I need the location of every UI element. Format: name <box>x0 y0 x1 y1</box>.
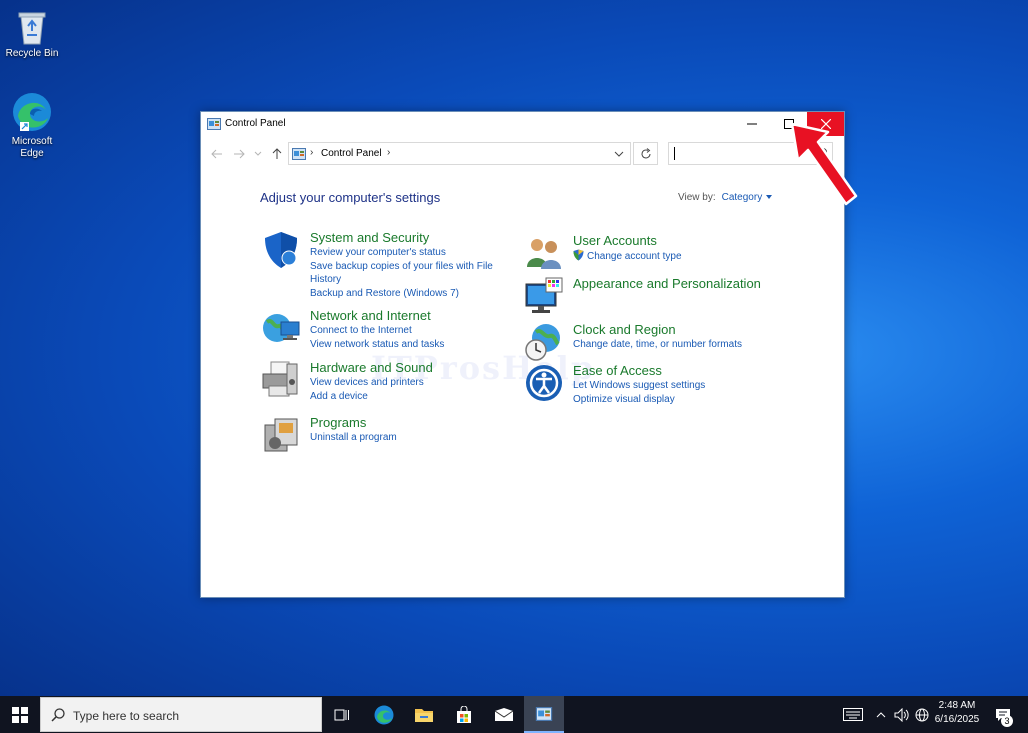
link-network-status[interactable]: View network status and tasks <box>310 338 500 351</box>
control-panel-window: Control Panel › Control Panel › ITProsHe… <box>200 111 845 598</box>
forward-button[interactable] <box>231 146 247 162</box>
taskbar-search-placeholder: Type here to search <box>73 709 180 723</box>
notification-count-badge: 3 <box>1001 715 1013 727</box>
breadcrumb-separator-icon[interactable]: › <box>310 147 313 158</box>
taskbar-control-panel[interactable] <box>524 696 564 733</box>
chevron-up-icon <box>876 711 886 717</box>
taskbar: Type here to search 2:48 AM 6/16/2025 <box>0 696 1028 733</box>
link-change-account-type[interactable]: Change account type <box>573 249 763 263</box>
arrow-up-icon <box>272 148 282 159</box>
desktop-icon-label: Microsoft Edge <box>11 136 53 159</box>
link-devices-printers[interactable]: View devices and printers <box>310 376 500 389</box>
search-icon <box>51 708 65 722</box>
shield-icon[interactable] <box>261 230 301 270</box>
action-center-button[interactable] <box>990 696 1016 733</box>
category-title[interactable]: Ease of Access <box>573 363 662 378</box>
link-optimize-display[interactable]: Optimize visual display <box>573 393 763 406</box>
store-icon <box>457 705 471 723</box>
touch-keyboard-button[interactable] <box>842 696 864 733</box>
programs-box-icon[interactable] <box>261 415 301 455</box>
link-uninstall-program[interactable]: Uninstall a program <box>310 431 500 444</box>
link-label: Change account type <box>587 251 682 262</box>
globe-network-icon[interactable] <box>261 308 301 348</box>
link-backup-restore[interactable]: Backup and Restore (Windows 7) <box>310 287 500 300</box>
minimize-icon <box>746 123 757 125</box>
red-arrow-annotation-icon <box>790 122 858 206</box>
category-title[interactable]: System and Security <box>310 230 429 245</box>
minimize-button[interactable] <box>733 112 770 136</box>
refresh-icon <box>641 147 650 158</box>
link-file-history[interactable]: Save backup copies of your files with Fi… <box>310 260 500 286</box>
users-icon[interactable] <box>524 233 564 273</box>
start-button[interactable] <box>0 696 40 733</box>
task-view-button[interactable] <box>322 696 362 733</box>
up-button[interactable] <box>269 146 285 162</box>
volume-button[interactable] <box>893 696 911 733</box>
category-title[interactable]: Network and Internet <box>310 308 431 323</box>
chevron-down-icon <box>254 151 262 156</box>
network-button[interactable] <box>913 696 931 733</box>
desktop-icon-recycle-bin[interactable]: Recycle Bin <box>0 8 64 60</box>
text-caret <box>674 147 675 160</box>
control-panel-icon <box>207 118 221 130</box>
task-view-icon <box>334 709 349 720</box>
page-title: Adjust your computer's settings <box>260 190 441 205</box>
arrow-right-icon <box>234 149 245 159</box>
desktop-icon-label: Recycle Bin <box>5 48 59 59</box>
ease-of-access-icon[interactable] <box>524 363 564 403</box>
link-review-status[interactable]: Review your computer's status <box>310 246 500 259</box>
taskbar-mail[interactable] <box>484 696 524 733</box>
title-bar[interactable]: Control Panel <box>201 112 844 136</box>
chevron-down-icon[interactable] <box>766 195 773 200</box>
mail-icon <box>494 707 514 721</box>
printer-icon[interactable] <box>261 360 301 400</box>
view-by-dropdown[interactable]: Category <box>722 192 763 203</box>
taskbar-store[interactable] <box>444 696 484 733</box>
breadcrumb-control-panel[interactable]: Control Panel <box>321 148 382 159</box>
view-by: View by: Category <box>678 192 773 203</box>
clock-globe-icon[interactable] <box>524 322 564 362</box>
link-connect-internet[interactable]: Connect to the Internet <box>310 324 500 337</box>
recycle-bin-icon <box>18 12 46 45</box>
uac-shield-icon <box>573 249 584 261</box>
network-globe-icon <box>915 708 929 721</box>
windows-logo-icon <box>12 706 28 723</box>
back-button[interactable] <box>209 146 225 162</box>
edge-icon <box>13 93 51 131</box>
show-hidden-icons-button[interactable] <box>874 696 888 733</box>
chevron-down-icon[interactable] <box>612 146 626 162</box>
arrow-left-icon <box>211 149 222 159</box>
link-add-device[interactable]: Add a device <box>310 390 500 403</box>
control-panel-icon <box>535 706 553 721</box>
control-panel-icon <box>292 148 306 160</box>
monitor-palette-icon[interactable] <box>524 276 564 316</box>
breadcrumb-separator-icon[interactable]: › <box>387 147 390 158</box>
taskbar-edge[interactable] <box>364 696 404 733</box>
desktop-icon-edge[interactable]: Microsoft Edge <box>0 90 64 160</box>
view-by-label: View by: <box>678 192 716 203</box>
taskbar-file-explorer[interactable] <box>404 696 444 733</box>
file-explorer-icon <box>415 708 433 722</box>
link-suggest-settings[interactable]: Let Windows suggest settings <box>573 379 763 392</box>
category-title[interactable]: Hardware and Sound <box>310 360 433 375</box>
clock-time: 2:48 AM <box>938 700 976 711</box>
taskbar-clock[interactable]: 2:48 AM 6/16/2025 <box>932 699 982 727</box>
link-date-time-formats[interactable]: Change date, time, or number formats <box>573 338 763 351</box>
edge-icon <box>374 705 394 724</box>
category-title[interactable]: User Accounts <box>573 233 657 248</box>
keyboard-icon <box>843 708 863 721</box>
taskbar-search-box[interactable]: Type here to search <box>40 697 322 732</box>
category-title[interactable]: Programs <box>310 415 366 430</box>
volume-icon <box>894 707 909 722</box>
navigation-bar: › Control Panel › <box>201 140 844 168</box>
refresh-button[interactable] <box>633 142 658 165</box>
address-bar[interactable]: › Control Panel › <box>288 142 631 165</box>
clock-date: 6/16/2025 <box>934 714 980 725</box>
category-title[interactable]: Clock and Region <box>573 322 676 337</box>
window-title: Control Panel <box>225 118 286 129</box>
recent-locations-button[interactable] <box>253 146 263 162</box>
category-title[interactable]: Appearance and Personalization <box>573 276 761 291</box>
